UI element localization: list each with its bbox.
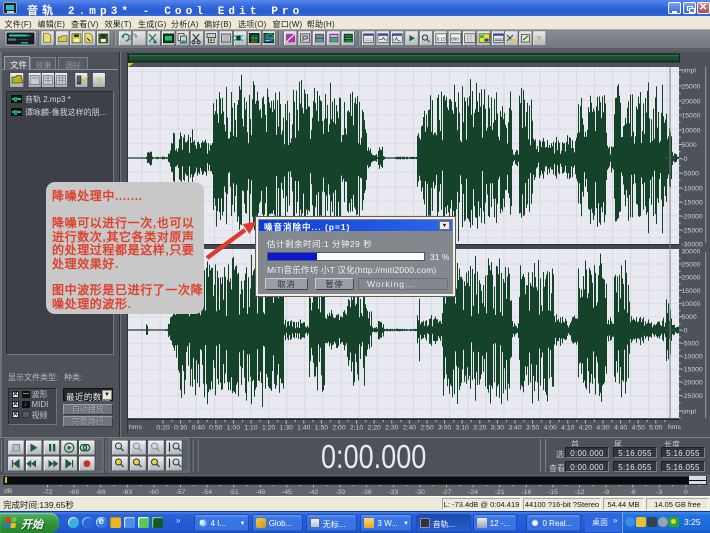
svg-text:5:00: 5:00 xyxy=(649,425,662,432)
svg-text:-42: -42 xyxy=(309,489,319,496)
svg-text:1:00: 1:00 xyxy=(227,425,240,432)
svg-text:1:50: 1:50 xyxy=(315,425,328,432)
svg-text:1:20: 1:20 xyxy=(262,425,275,432)
svg-text:-25000: -25000 xyxy=(682,393,703,400)
svg-text:3:10: 3:10 xyxy=(456,425,469,432)
svg-text:0: 0 xyxy=(684,489,688,496)
svg-text:-63: -63 xyxy=(122,489,132,496)
svg-text:4:50: 4:50 xyxy=(632,425,645,432)
svg-text:25000: 25000 xyxy=(682,261,701,268)
svg-text:smpl: smpl xyxy=(682,67,697,74)
svg-text:4:30: 4:30 xyxy=(596,425,609,432)
svg-text:-6: -6 xyxy=(630,489,636,496)
svg-text:0:30: 0:30 xyxy=(174,425,187,432)
svg-text:5000: 5000 xyxy=(682,142,697,149)
svg-text:15000: 15000 xyxy=(682,112,701,119)
svg-text:-33: -33 xyxy=(388,489,398,496)
svg-text:1:30: 1:30 xyxy=(280,425,293,432)
svg-text:-21: -21 xyxy=(495,489,505,496)
svg-text:-15000: -15000 xyxy=(682,199,703,206)
svg-text:0:50: 0:50 xyxy=(209,425,222,432)
svg-text:30000: 30000 xyxy=(682,248,701,255)
svg-text:10000: 10000 xyxy=(682,127,701,134)
svg-text:4:00: 4:00 xyxy=(544,425,557,432)
svg-text:5000: 5000 xyxy=(682,314,697,321)
svg-text:-15: -15 xyxy=(548,489,558,496)
svg-text:-30000: -30000 xyxy=(682,241,703,248)
svg-text:4:10: 4:10 xyxy=(561,425,574,432)
svg-text:3:00: 3:00 xyxy=(438,425,451,432)
svg-text:-57: -57 xyxy=(176,489,186,496)
svg-text:smpl: smpl xyxy=(682,408,697,415)
svg-text:-45: -45 xyxy=(282,489,292,496)
svg-text:20000: 20000 xyxy=(682,275,701,282)
svg-text:0:40: 0:40 xyxy=(192,425,205,432)
svg-text:-66: -66 xyxy=(96,489,106,496)
svg-text:-27: -27 xyxy=(442,489,452,496)
svg-text:hms: hms xyxy=(668,424,681,431)
svg-text:-60: -60 xyxy=(149,489,159,496)
svg-text:2:40: 2:40 xyxy=(403,425,416,432)
svg-text:-15000: -15000 xyxy=(682,366,703,373)
svg-text:-9: -9 xyxy=(603,489,609,496)
svg-text:-20000: -20000 xyxy=(682,379,703,386)
svg-text:-48: -48 xyxy=(255,489,265,496)
svg-text:-3: -3 xyxy=(656,489,662,496)
svg-text:1:10: 1:10 xyxy=(244,425,257,432)
svg-text:-0: -0 xyxy=(682,327,688,334)
svg-text:2:00: 2:00 xyxy=(332,425,345,432)
svg-text:-72: -72 xyxy=(43,489,53,496)
svg-text:-5000: -5000 xyxy=(682,170,700,177)
svg-text:2:50: 2:50 xyxy=(420,425,433,432)
svg-text:?: ? xyxy=(537,35,542,44)
svg-text:-18: -18 xyxy=(521,489,531,496)
svg-text:-10000: -10000 xyxy=(682,353,703,360)
svg-text:2:20: 2:20 xyxy=(368,425,381,432)
svg-text:2:10: 2:10 xyxy=(350,425,363,432)
svg-text:4:20: 4:20 xyxy=(579,425,592,432)
svg-text:?: ? xyxy=(96,76,102,86)
svg-text:-36: -36 xyxy=(362,489,372,496)
svg-text:-10000: -10000 xyxy=(682,185,703,192)
svg-text:0.15: 0.15 xyxy=(437,37,446,42)
svg-text:-25000: -25000 xyxy=(682,227,703,234)
svg-text:2:30: 2:30 xyxy=(385,425,398,432)
svg-text:20000: 20000 xyxy=(682,98,701,105)
svg-text:-51: -51 xyxy=(229,489,239,496)
svg-text:-20000: -20000 xyxy=(682,213,703,220)
svg-text:25000: 25000 xyxy=(682,83,701,90)
svg-text:-54: -54 xyxy=(202,489,212,496)
svg-text:4:40: 4:40 xyxy=(614,425,627,432)
svg-text:-0: -0 xyxy=(682,156,688,163)
svg-text:888: 888 xyxy=(451,37,459,42)
svg-text:-12: -12 xyxy=(575,489,585,496)
svg-text:10000: 10000 xyxy=(682,301,701,308)
svg-text:dB: dB xyxy=(4,488,13,495)
svg-text:-30: -30 xyxy=(415,489,425,496)
svg-text:-69: -69 xyxy=(69,489,79,496)
svg-text:hms: hms xyxy=(129,424,142,431)
svg-text:15000: 15000 xyxy=(682,288,701,295)
svg-text:-24: -24 xyxy=(468,489,478,496)
svg-text:3:20: 3:20 xyxy=(473,425,486,432)
svg-text:-5000: -5000 xyxy=(682,340,700,347)
svg-text:0:20: 0:20 xyxy=(156,425,169,432)
svg-text:3:40: 3:40 xyxy=(508,425,521,432)
svg-text:3:50: 3:50 xyxy=(526,425,539,432)
svg-text:3:30: 3:30 xyxy=(491,425,504,432)
svg-text:-39: -39 xyxy=(335,489,345,496)
svg-text:1:40: 1:40 xyxy=(297,425,310,432)
